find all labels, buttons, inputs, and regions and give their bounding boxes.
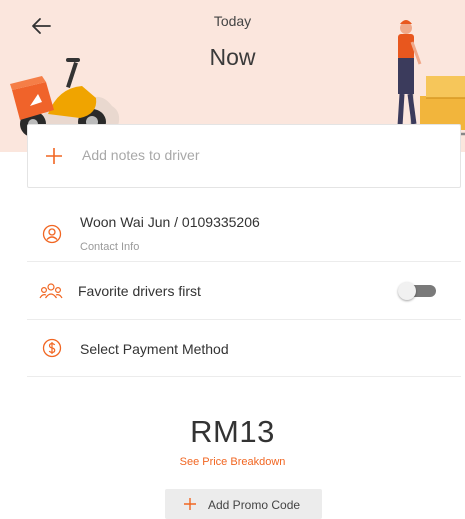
contact-info-row[interactable]: Woon Wai Jun / 0109335206 Contact Info [27, 205, 461, 262]
toggle-knob [398, 282, 416, 300]
payment-method-row[interactable]: Select Payment Method [27, 320, 461, 377]
favorite-drivers-row: Favorite drivers first [27, 262, 461, 320]
contact-info-label: Contact Info [80, 241, 140, 253]
price-breakdown-link-row: See Price Breakdown [0, 456, 465, 468]
people-group-icon [39, 283, 63, 299]
price-breakdown-link[interactable]: See Price Breakdown [180, 456, 286, 468]
favorite-drivers-label: Favorite drivers first [78, 283, 201, 299]
price-amount: RM13 [190, 414, 275, 449]
contact-name-phone: Woon Wai Jun / 0109335206 [80, 214, 260, 230]
plus-icon [184, 498, 196, 510]
add-promo-code-button[interactable]: Add Promo Code [165, 489, 322, 519]
dollar-circle-icon [42, 338, 62, 358]
user-circle-icon [42, 224, 62, 244]
plus-icon [46, 148, 62, 164]
promo-code-label: Add Promo Code [208, 498, 301, 512]
payment-method-label: Select Payment Method [80, 341, 229, 357]
driver-notes-input[interactable]: Add notes to driver [27, 124, 461, 188]
notes-placeholder: Add notes to driver [82, 147, 200, 163]
favorite-drivers-toggle[interactable] [398, 282, 438, 300]
